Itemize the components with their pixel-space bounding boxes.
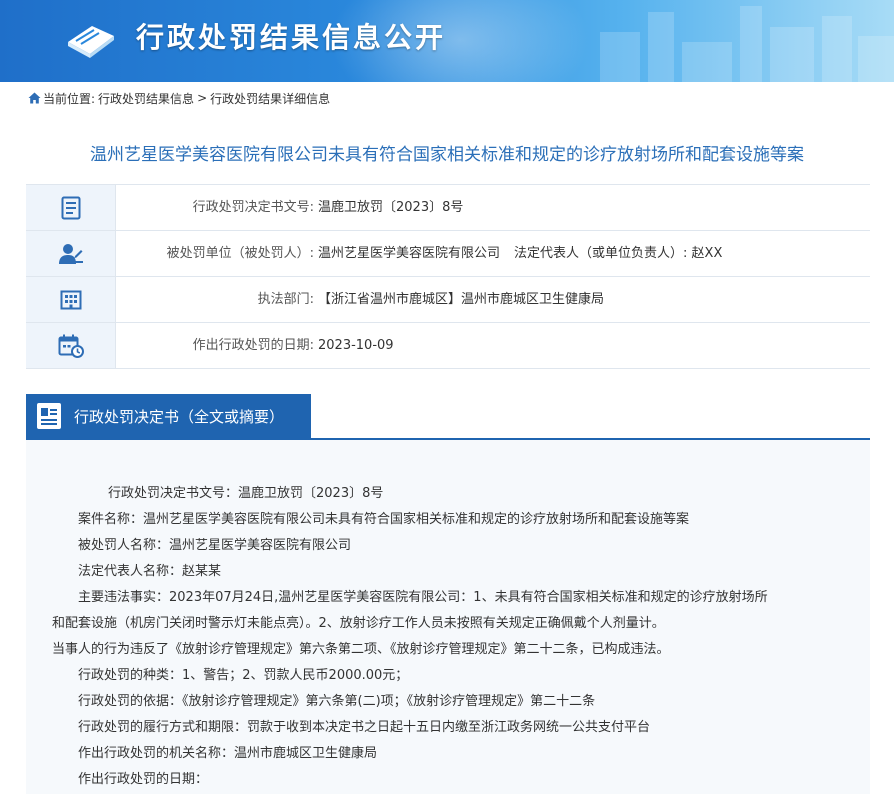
doc-no-label: 行政处罚决定书文号: <box>192 200 314 215</box>
content-date: 作出行政处罚的日期： <box>78 772 209 787</box>
info-row-party: 被处罚单位（被处罚人）: 温州艺星医学美容医院有限公司 法定代表人（或单位负责人）… <box>26 231 870 277</box>
banner-skyline <box>648 12 674 82</box>
party-value: 温州艺星医学美容医院有限公司 <box>318 246 501 261</box>
breadcrumb-link-results[interactable]: 行政处罚结果信息 <box>98 90 194 107</box>
info-icon-cell <box>26 277 116 322</box>
page-title: 温州艺星医学美容医院有限公司未具有符合国家相关标准和规定的诊疗放射场所和配套设施… <box>90 145 804 165</box>
party-value-line: 温州艺星医学美容医院有限公司 法定代表人（或单位负责人）: 赵XX <box>314 231 722 276</box>
building-icon <box>60 290 81 309</box>
banner-skyline <box>740 6 762 82</box>
section-header: 行政处罚决定书（全文或摘要） <box>26 394 870 440</box>
breadcrumb-separator: > <box>197 91 208 105</box>
content-penalty-type: 行政处罚的种类：1、警告；2、罚款人民币2000.00元； <box>78 668 409 683</box>
banner-skyline <box>770 27 814 82</box>
person-icon <box>58 243 83 264</box>
content-rep-name: 法定代表人名称：赵某某 <box>78 564 222 579</box>
content-party-name: 被处罚人名称：温州艺星医学美容医院有限公司 <box>78 538 352 553</box>
breadcrumb-prefix: 当前位置: <box>43 91 96 106</box>
calendar-clock-icon <box>58 334 84 358</box>
book-icon <box>68 26 114 58</box>
content-facts-line3: 当事人的行为违反了《放射诊疗管理规定》第六条第二项、《放射诊疗管理规定》第二十二… <box>52 642 670 657</box>
dept-label: 执法部门: <box>257 292 314 307</box>
rep-value: 赵XX <box>691 246 723 261</box>
banner-title: 行政处罚结果信息公开 <box>136 21 447 54</box>
info-icon-cell <box>26 185 116 230</box>
breadcrumb-link-detail[interactable]: 行政处罚结果详细信息 <box>210 90 330 107</box>
dept-value: 【浙江省温州市鹿城区】温州市鹿城区卫生健康局 <box>318 292 605 307</box>
date-value: 2023-10-09 <box>318 338 394 353</box>
decision-document-icon <box>36 402 62 430</box>
content-facts-line2: 和配套设施（机房门关闭时警示灯未能点亮）。2、放射诊疗工作人员未按照有关规定正确… <box>52 616 665 631</box>
banner-skyline <box>822 16 852 82</box>
info-icon-cell <box>26 231 116 276</box>
info-table: 行政处罚决定书文号: 温鹿卫放罚〔2023〕8号 被处罚单位（被处罚人）: 温州… <box>26 184 870 369</box>
info-row-doc-no: 行政处罚决定书文号: 温鹿卫放罚〔2023〕8号 <box>26 185 870 231</box>
content-facts-line1: 主要违法事实：2023年07月24日,温州艺星医学美容医院有限公司：1、未具有符… <box>78 590 768 605</box>
doc-no-value: 温鹿卫放罚〔2023〕8号 <box>318 200 464 215</box>
content-case-name: 案件名称：温州艺星医学美容医院有限公司未具有符合国家相关标准和规定的诊疗放射场所… <box>78 512 690 527</box>
rep-label: 法定代表人（或单位负责人）: <box>514 246 688 261</box>
info-row-date: 作出行政处罚的日期: 2023-10-09 <box>26 323 870 369</box>
banner-skyline <box>600 32 640 82</box>
content-authority: 作出行政处罚的机关名称：温州市鹿城区卫生健康局 <box>78 746 378 761</box>
info-row-dept: 执法部门: 【浙江省温州市鹿城区】温州市鹿城区卫生健康局 <box>26 277 870 323</box>
party-label: 被处罚单位（被处罚人）: <box>166 246 314 261</box>
decision-content: 行政处罚决定书文号：温鹿卫放罚〔2023〕8号 案件名称：温州艺星医学美容医院有… <box>26 440 870 794</box>
breadcrumb: 当前位置: 行政处罚结果信息 > 行政处罚结果详细信息 <box>28 89 330 107</box>
section-tab: 行政处罚决定书（全文或摘要） <box>26 394 311 438</box>
content-doc-no: 行政处罚决定书文号：温鹿卫放罚〔2023〕8号 <box>108 486 384 501</box>
info-icon-cell <box>26 323 116 368</box>
banner-skyline <box>682 42 732 82</box>
content-penalty-basis: 行政处罚的依据：《放射诊疗管理规定》第六条第(二)项；《放射诊疗管理规定》第二十… <box>78 694 596 709</box>
document-icon <box>61 196 80 219</box>
home-icon <box>28 92 41 104</box>
section-title: 行政处罚决定书（全文或摘要） <box>74 407 285 426</box>
content-performance: 行政处罚的履行方式和期限：罚款于收到本决定书之日起十五日内缴至浙江政务网统一公共… <box>78 720 651 735</box>
banner-skyline <box>858 36 894 82</box>
header-banner: 行政处罚结果信息公开 <box>0 0 894 82</box>
date-label: 作出行政处罚的日期: <box>192 338 314 353</box>
